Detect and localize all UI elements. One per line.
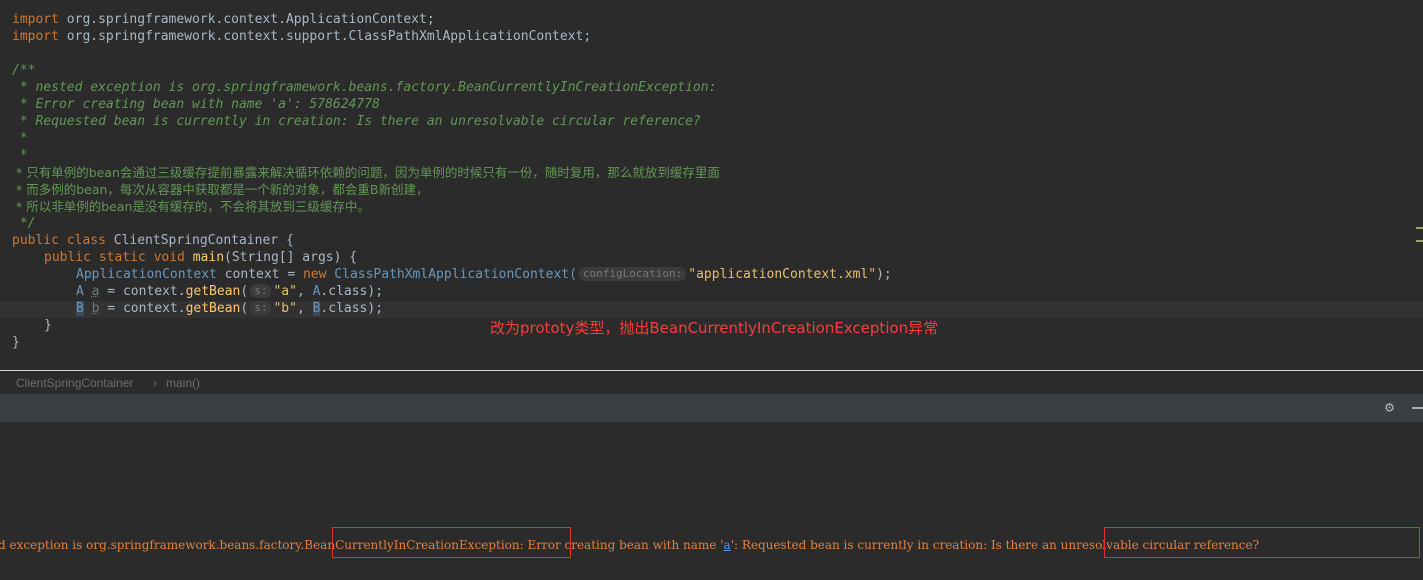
console-output[interactable]: d exception is org.springframework.beans… [0, 422, 1423, 580]
comment-line: * [12, 148, 28, 163]
close-brace-main: } [44, 318, 52, 333]
breadcrumb-item-class[interactable]: ClientSpringContainer [16, 376, 133, 390]
import-line-1: import org.springframework.context.Appli… [12, 12, 435, 27]
statement-get-b: B b = context.getBean(s: "b", B.class); [76, 301, 384, 316]
highlight-box-circular [1104, 527, 1420, 558]
close-brace-class: } [12, 335, 20, 350]
parameter-hint: s: [250, 284, 272, 298]
error-line: d exception is org.springframework.beans… [0, 538, 1260, 552]
gutter-marker [1416, 240, 1423, 242]
comment-line: * [12, 131, 28, 146]
class-declaration: public class ClientSpringContainer { [12, 233, 294, 248]
comment-line: * Error creating bean with name 'a': 578… [12, 97, 380, 112]
gear-icon[interactable]: ⚙ [1385, 400, 1394, 415]
statement-context: ApplicationContext context = new ClassPa… [76, 267, 892, 282]
comment-line: * Requested bean is currently in creatio… [12, 114, 701, 129]
comment-line: * 而多例的bean，每次从容器中获取都是一个新的对象，都会重B新创建， [12, 182, 429, 197]
gutter-marker [1416, 227, 1423, 229]
highlight-box-exception [332, 527, 571, 558]
code-editor[interactable]: import org.springframework.context.Appli… [0, 0, 1423, 370]
breadcrumb-separator: › [153, 376, 157, 390]
main-declaration: public static void main(String[] args) { [44, 250, 358, 265]
comment-line: /** [12, 63, 36, 78]
breadcrumb: ClientSpringContainer › main() [0, 371, 1423, 394]
parameter-hint: configLocation: [578, 267, 687, 281]
comment-line: * nested exception is org.springframewor… [12, 80, 717, 95]
comment-line: * 只有单例的bean会通过三级缓存提前暴露来解决循环依赖的问题，因为单例的时候… [12, 165, 720, 180]
comment-line: * 所以非单例的bean是没有缓存的，不会将其放到三级缓存中。 [12, 199, 370, 214]
comment-line: */ [12, 216, 36, 231]
import-line-2: import org.springframework.context.suppo… [12, 29, 592, 44]
parameter-hint: s: [250, 301, 272, 315]
run-panel-toolbar: ⚙ [0, 394, 1423, 422]
annotation-note: 改为prototy类型，抛出BeanCurrentlyInCreationExc… [490, 319, 939, 337]
minimize-icon[interactable] [1412, 407, 1423, 409]
breadcrumb-item-method[interactable]: main() [166, 376, 200, 390]
bean-name-link[interactable]: a [724, 538, 731, 552]
statement-get-a: A a = context.getBean(s: "a", A.class); [76, 284, 384, 299]
